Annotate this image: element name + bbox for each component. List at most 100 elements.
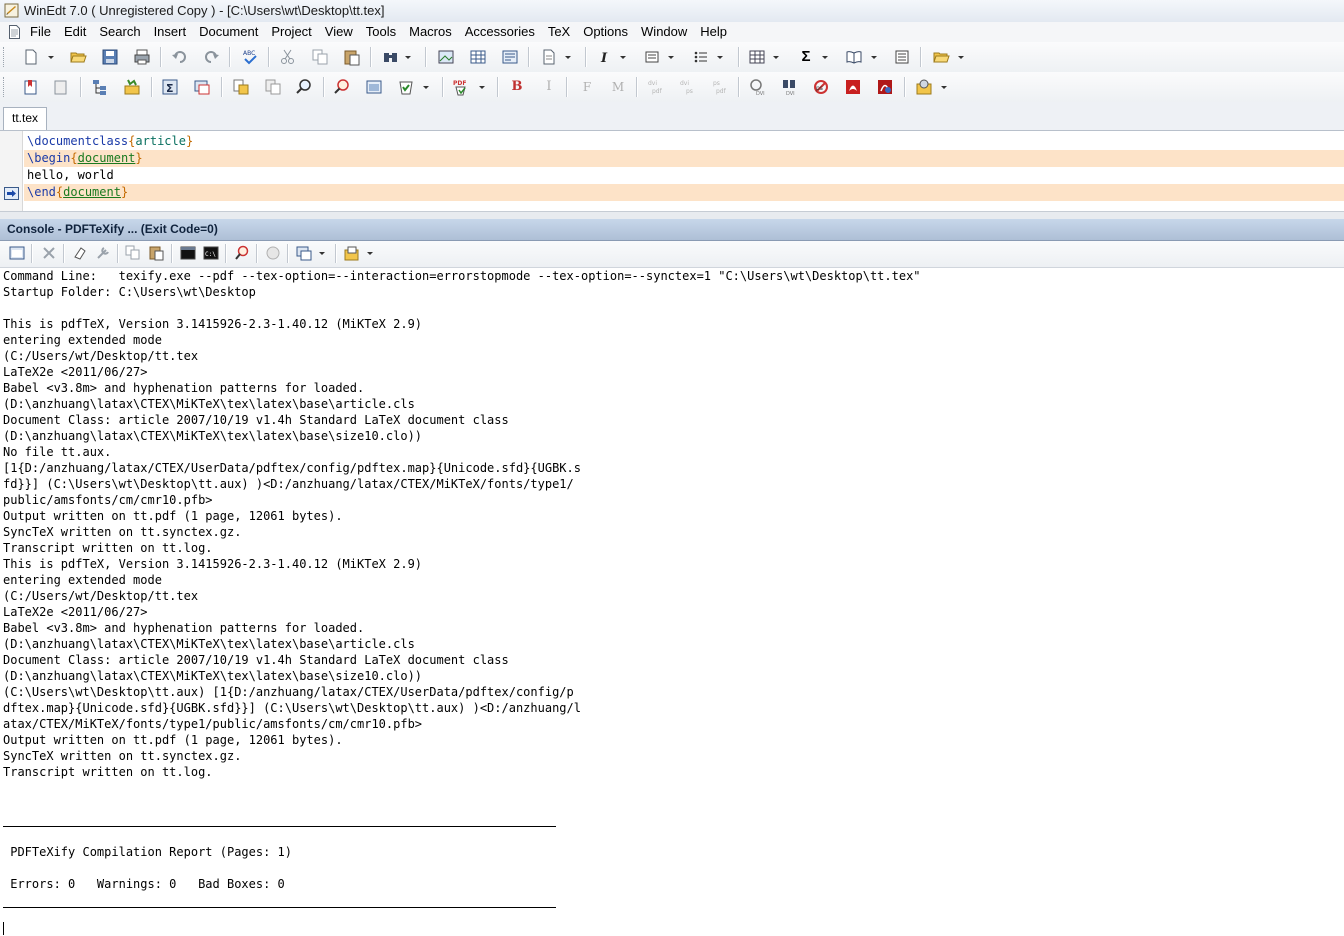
- adobe-pdf-icon[interactable]: [844, 78, 862, 96]
- font-button[interactable]: F: [578, 78, 596, 96]
- undo-icon[interactable]: [171, 48, 189, 66]
- italic-format-icon[interactable]: I: [595, 48, 613, 66]
- menu-options[interactable]: Options: [583, 24, 628, 39]
- editor-line-1[interactable]: \documentclass{article}: [24, 133, 1344, 150]
- editor-area[interactable]: \documentclass{article} \begin{document}…: [0, 131, 1344, 211]
- paste-icon[interactable]: [343, 48, 361, 66]
- explorer-icon[interactable]: [232, 78, 250, 96]
- clear-console-icon[interactable]: [72, 245, 88, 261]
- editor-line-4[interactable]: \end{document}: [24, 184, 1344, 201]
- compile-target-icon[interactable]: [397, 78, 415, 96]
- book-dropdown-icon[interactable]: [869, 48, 879, 66]
- menu-macros[interactable]: Macros: [409, 24, 452, 39]
- dvi-to-ps-icon[interactable]: dvips: [678, 78, 698, 96]
- terminal-icon[interactable]: [180, 245, 196, 261]
- italic-dropdown-icon[interactable]: [618, 48, 628, 66]
- dvi-search-icon[interactable]: DVI: [748, 78, 766, 96]
- menu-file[interactable]: File: [30, 24, 51, 39]
- save-icon[interactable]: [101, 48, 119, 66]
- stop-process-icon[interactable]: [265, 245, 281, 261]
- print-icon[interactable]: [133, 48, 151, 66]
- console-options-dropdown-icon[interactable]: [365, 245, 375, 261]
- bookmark-list-icon[interactable]: [52, 78, 70, 96]
- book-icon[interactable]: [845, 48, 863, 66]
- redo-icon[interactable]: [202, 48, 220, 66]
- search-replace-icon[interactable]: [333, 78, 351, 96]
- page-layout-icon[interactable]: [893, 48, 911, 66]
- menu-window[interactable]: Window: [641, 24, 687, 39]
- pdftexify-icon[interactable]: PDF: [452, 78, 470, 96]
- menu-project[interactable]: Project: [271, 24, 311, 39]
- alignment-icon[interactable]: [643, 48, 661, 66]
- texify-options-icon[interactable]: [915, 78, 933, 96]
- command-prompt-icon[interactable]: C:\: [203, 245, 219, 261]
- open-folder-icon[interactable]: [69, 48, 87, 66]
- cut-icon[interactable]: [279, 48, 297, 66]
- menu-accessories[interactable]: Accessories: [465, 24, 535, 39]
- sigma-math-icon[interactable]: Σ: [797, 48, 815, 66]
- bookmark-icon[interactable]: [22, 78, 40, 96]
- table-icon[interactable]: [748, 48, 766, 66]
- math-dropdown-icon[interactable]: [820, 48, 830, 66]
- window-tile-icon[interactable]: [193, 78, 211, 96]
- close-console-icon[interactable]: [41, 245, 57, 261]
- macro-sigma-icon[interactable]: Σ: [161, 78, 179, 96]
- list-icon[interactable]: [692, 48, 710, 66]
- tab-tt-tex[interactable]: tt.tex: [3, 107, 47, 130]
- menu-help[interactable]: Help: [700, 24, 727, 39]
- list-dropdown-icon[interactable]: [715, 48, 725, 66]
- compile-dropdown-icon[interactable]: [421, 78, 431, 96]
- project-folder-icon[interactable]: [932, 48, 950, 66]
- table-dropdown-icon[interactable]: [771, 48, 781, 66]
- block-icon[interactable]: [501, 48, 519, 66]
- italic-text-button[interactable]: I: [540, 78, 558, 96]
- preview-window-icon[interactable]: [365, 78, 383, 96]
- menu-edit[interactable]: Edit: [64, 24, 86, 39]
- console-search-icon[interactable]: [234, 245, 250, 261]
- paste-icon[interactable]: [149, 245, 165, 261]
- template-dropdown-icon[interactable]: [563, 48, 573, 66]
- console-window-icon[interactable]: [9, 245, 25, 261]
- tabular-icon[interactable]: [469, 48, 487, 66]
- find-dropdown-icon[interactable]: [403, 48, 413, 66]
- image-icon[interactable]: [437, 48, 455, 66]
- menu-document[interactable]: Document: [199, 24, 258, 39]
- spell-check-icon[interactable]: ABC: [241, 48, 259, 66]
- document-icon[interactable]: [9, 25, 20, 39]
- menu-view[interactable]: View: [325, 24, 353, 39]
- toolbar-grip[interactable]: [3, 47, 7, 67]
- editor-line-2[interactable]: \begin{document}: [24, 150, 1344, 167]
- find-icon[interactable]: [382, 48, 400, 66]
- dvi-view-icon[interactable]: DVI: [780, 78, 798, 96]
- new-file-icon[interactable]: [22, 48, 40, 66]
- new-dropdown-icon[interactable]: [46, 48, 56, 66]
- search-files-icon[interactable]: [295, 78, 313, 96]
- copy-icon[interactable]: [125, 245, 141, 261]
- files-icon[interactable]: [264, 78, 282, 96]
- console-tools-icon[interactable]: [95, 245, 111, 261]
- ps-to-pdf-icon[interactable]: pspdf: [710, 78, 730, 96]
- texify-dropdown-icon[interactable]: [939, 78, 949, 96]
- document-template-icon[interactable]: [540, 48, 558, 66]
- project-dropdown-icon[interactable]: [956, 48, 966, 66]
- pdf-search-icon[interactable]: [876, 78, 894, 96]
- console-output[interactable]: Command Line: texify.exe --pdf --tex-opt…: [0, 268, 1344, 936]
- tree-icon[interactable]: [91, 78, 109, 96]
- pdftexify-dropdown-icon[interactable]: [477, 78, 487, 96]
- copy-icon[interactable]: [311, 48, 329, 66]
- toolbar-grip[interactable]: [3, 77, 7, 97]
- bold-text-button[interactable]: B: [508, 78, 526, 96]
- project-tree-icon[interactable]: [123, 78, 141, 96]
- console-windows-icon[interactable]: [296, 245, 312, 261]
- console-options-icon[interactable]: [344, 245, 360, 261]
- dvi-to-pdf-icon[interactable]: dvipdf: [646, 78, 666, 96]
- menu-tools[interactable]: Tools: [366, 24, 396, 39]
- menu-insert[interactable]: Insert: [154, 24, 187, 39]
- winedt-app-icon[interactable]: [4, 3, 19, 18]
- alignment-dropdown-icon[interactable]: [666, 48, 676, 66]
- inverse-search-icon[interactable]: ps: [812, 78, 830, 96]
- editor-line-3[interactable]: hello, world: [24, 167, 1344, 184]
- math-mode-button[interactable]: M: [609, 78, 627, 96]
- menu-tex[interactable]: TeX: [548, 24, 570, 39]
- console-windows-dropdown-icon[interactable]: [317, 245, 327, 261]
